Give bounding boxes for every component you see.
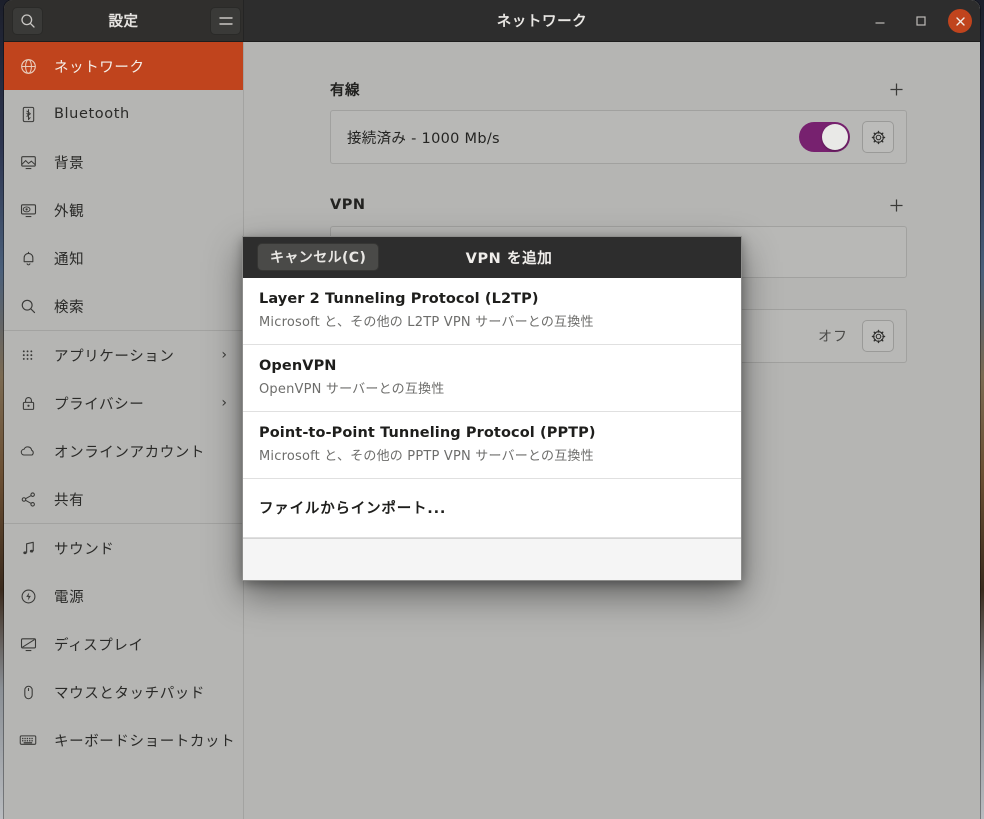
proxy-state: オフ xyxy=(818,329,848,345)
globe-icon xyxy=(18,58,38,75)
grid-apps-icon xyxy=(18,347,38,364)
sidebar-item-label: キーボードショートカット xyxy=(54,733,236,750)
sidebar-item-power[interactable]: 電源 xyxy=(4,572,243,620)
sidebar-item-appearance[interactable]: 外観 xyxy=(4,186,243,234)
window-header-bar: 設定 ネットワーク xyxy=(4,0,980,42)
display-icon xyxy=(18,636,38,653)
vpn-type-description: Microsoft と、その他の L2TP VPN サーバーとの互換性 xyxy=(259,315,594,330)
sidebar-item-label: 検索 xyxy=(54,299,85,316)
vpn-type-name: OpenVPN xyxy=(259,358,337,374)
vpn-type-description: OpenVPN サーバーとの互換性 xyxy=(259,382,445,397)
sidebar-item-label: ディスプレイ xyxy=(54,637,144,654)
sidebar-item-label: サウンド xyxy=(54,541,115,558)
power-icon xyxy=(18,588,38,605)
vpn-title: VPN xyxy=(330,197,366,213)
sidebar-item-label: ネットワーク xyxy=(54,59,145,76)
vpn-type-description: Microsoft と、その他の PPTP VPN サーバーとの互換性 xyxy=(259,449,594,464)
sidebar-item-label: 共有 xyxy=(54,492,85,509)
list-item[interactable]: Point-to-Point Tunneling Protocol (PPTP)… xyxy=(243,412,741,479)
sidebar-item-label: プライバシー xyxy=(54,396,145,413)
close-icon xyxy=(955,16,965,26)
list-item[interactable]: OpenVPN OpenVPN サーバーとの互換性 xyxy=(243,345,741,412)
keyboard-icon xyxy=(18,731,38,749)
settings-sidebar[interactable]: ネットワーク Bluetooth 背景 外観 通知 検索 アプリケーション › … xyxy=(4,42,244,819)
plus-icon xyxy=(889,198,903,212)
sidebar-item-label: オンラインアカウント xyxy=(54,444,205,461)
hamburger-menu-icon xyxy=(218,17,233,25)
sidebar-item-background[interactable]: 背景 xyxy=(4,138,243,186)
sidebar-item-sound[interactable]: サウンド xyxy=(4,524,243,572)
chevron-right-icon: › xyxy=(221,395,227,411)
sidebar-item-label: アプリケーション xyxy=(54,348,175,365)
vpn-type-name: Layer 2 Tunneling Protocol (L2TP) xyxy=(259,291,539,307)
sidebar-item-search[interactable]: 検索 xyxy=(4,282,243,330)
wired-toggle[interactable] xyxy=(799,122,850,152)
import-from-file-item[interactable]: ファイルからインポート... xyxy=(243,479,741,538)
gear-icon xyxy=(871,329,885,343)
plus-icon xyxy=(889,82,903,96)
page-title: ネットワーク xyxy=(496,14,588,30)
sidebar-item-notifications[interactable]: 通知 xyxy=(4,234,243,282)
menu-button[interactable] xyxy=(210,7,241,35)
sidebar-item-keyboard-shortcuts[interactable]: キーボードショートカット xyxy=(4,716,243,764)
toggle-knob xyxy=(822,124,848,150)
sidebar-item-label: Bluetooth xyxy=(54,106,130,122)
add-vpn-button[interactable] xyxy=(885,194,907,216)
maximize-button[interactable] xyxy=(909,9,933,33)
dialog-header-bar: キャンセル(C) VPN を追加 xyxy=(243,237,741,278)
sidebar-item-label: 外観 xyxy=(54,203,85,220)
wired-connection-row: 接続済み - 1000 Mb/s xyxy=(331,111,906,163)
add-vpn-dialog: キャンセル(C) VPN を追加 Layer 2 Tunneling Proto… xyxy=(242,236,742,581)
sidebar-item-label: 背景 xyxy=(54,155,85,172)
sidebar-title: 設定 xyxy=(108,14,139,30)
wired-title: 有線 xyxy=(330,82,360,99)
wired-section: 有線 接続済み - 1000 Mb/s xyxy=(330,74,907,164)
sidebar-item-applications[interactable]: アプリケーション › xyxy=(4,331,243,379)
chevron-right-icon: › xyxy=(221,347,227,363)
sidebar-item-display[interactable]: ディスプレイ xyxy=(4,620,243,668)
wired-status: 接続済み - 1000 Mb/s xyxy=(347,130,500,147)
search-icon xyxy=(20,14,35,28)
import-from-file-label: ファイルからインポート... xyxy=(259,501,447,517)
appearance-icon xyxy=(18,202,38,219)
bluetooth-icon xyxy=(18,106,38,123)
sidebar-item-sharing[interactable]: 共有 xyxy=(4,475,243,523)
music-note-icon xyxy=(18,540,38,557)
dialog-footer xyxy=(243,538,741,580)
maximize-icon xyxy=(916,16,926,26)
cancel-button[interactable]: キャンセル(C) xyxy=(257,243,380,271)
cloud-icon xyxy=(18,442,38,460)
vpn-section-header: VPN xyxy=(330,190,907,220)
gear-icon xyxy=(871,130,885,144)
wired-settings-button[interactable] xyxy=(862,121,894,153)
minimize-icon xyxy=(875,22,885,24)
sidebar-item-online-accounts[interactable]: オンラインアカウント xyxy=(4,427,243,475)
wallpaper-icon xyxy=(18,154,38,171)
mouse-icon xyxy=(18,684,38,701)
add-wired-button[interactable] xyxy=(885,78,907,100)
search-button[interactable] xyxy=(12,7,43,35)
lock-icon xyxy=(18,395,38,412)
proxy-settings-button[interactable] xyxy=(862,320,894,352)
sidebar-item-label: 電源 xyxy=(54,589,85,606)
sidebar-item-label: 通知 xyxy=(54,251,85,268)
sidebar-item-privacy[interactable]: プライバシー › xyxy=(4,379,243,427)
vpn-type-name: Point-to-Point Tunneling Protocol (PPTP) xyxy=(259,425,596,441)
sidebar-item-mouse-touchpad[interactable]: マウスとタッチパッド xyxy=(4,668,243,716)
wired-section-header: 有線 xyxy=(330,74,907,104)
wired-card: 接続済み - 1000 Mb/s xyxy=(330,110,907,164)
share-icon xyxy=(18,491,38,508)
search-icon xyxy=(18,298,38,315)
bell-icon xyxy=(18,250,38,267)
minimize-button[interactable] xyxy=(868,9,892,33)
sidebar-item-bluetooth[interactable]: Bluetooth xyxy=(4,90,243,138)
list-item[interactable]: Layer 2 Tunneling Protocol (L2TP) Micros… xyxy=(243,278,741,345)
sidebar-item-network[interactable]: ネットワーク xyxy=(4,42,243,90)
close-button[interactable] xyxy=(948,9,972,33)
sidebar-item-label: マウスとタッチパッド xyxy=(54,685,205,702)
